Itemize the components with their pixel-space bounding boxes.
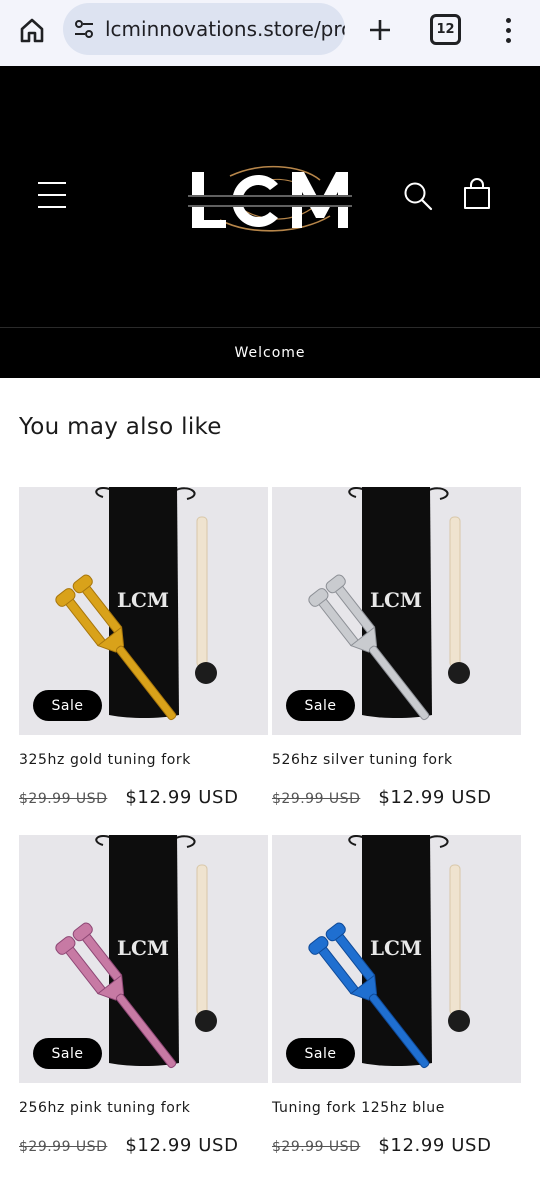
price-row: $29.99 USD $12.99 USD: [272, 787, 492, 808]
site-settings-icon[interactable]: [71, 16, 97, 42]
mallet-head: [195, 1010, 217, 1032]
mallet-handle: [449, 864, 461, 1016]
pouch-logo: LCM: [117, 936, 169, 960]
hamburger-menu-icon[interactable]: [36, 180, 68, 210]
compare-at-price: $29.99 USD: [19, 1139, 108, 1155]
sale-badge: Sale: [286, 1038, 355, 1069]
sale-price: $12.99 USD: [125, 787, 239, 808]
pouch-logo: LCM: [370, 936, 422, 960]
home-icon[interactable]: [14, 12, 50, 48]
pouch-logo: LCM: [117, 588, 169, 612]
store-logo[interactable]: [180, 158, 360, 238]
browser-toolbar: lcminnovations.store/pro 12: [0, 0, 540, 66]
price-row: $29.99 USD $12.99 USD: [19, 787, 239, 808]
sale-price: $12.99 USD: [378, 1135, 492, 1156]
tab-switcher-button[interactable]: 12: [430, 14, 461, 45]
browser-menu-icon[interactable]: [496, 12, 520, 48]
announcement-bar: Welcome: [0, 327, 540, 378]
mallet-handle: [449, 516, 461, 668]
announcement-text: Welcome: [234, 345, 306, 361]
mallet-handle: [196, 516, 208, 668]
tab-count: 12: [436, 22, 455, 37]
price-row: $29.99 USD $12.99 USD: [272, 1135, 492, 1156]
cart-icon[interactable]: [460, 176, 494, 212]
site-header: [0, 66, 540, 327]
product-title[interactable]: Tuning fork 125hz blue: [272, 1100, 445, 1116]
sale-badge: Sale: [33, 690, 102, 721]
new-tab-icon[interactable]: [364, 12, 396, 48]
sale-price: $12.99 USD: [378, 787, 492, 808]
related-products-heading: You may also like: [19, 414, 222, 440]
price-row: $29.99 USD $12.99 USD: [19, 1135, 239, 1156]
compare-at-price: $29.99 USD: [19, 791, 108, 807]
product-card[interactable]: LCM Sale 256hz pink tuning fork $29.99 U…: [19, 835, 268, 1156]
pouch-logo: LCM: [370, 588, 422, 612]
mallet-head: [195, 662, 217, 684]
product-title[interactable]: 325hz gold tuning fork: [19, 752, 191, 768]
product-title[interactable]: 256hz pink tuning fork: [19, 1100, 191, 1116]
mallet-head: [448, 662, 470, 684]
url-text: lcminnovations.store/pro: [105, 17, 345, 41]
product-card[interactable]: LCM Sale 325hz gold tuning fork $29.99 U…: [19, 487, 268, 808]
sale-badge: Sale: [33, 1038, 102, 1069]
mallet-handle: [196, 864, 208, 1016]
compare-at-price: $29.99 USD: [272, 1139, 361, 1155]
product-card[interactable]: LCM Sale 526hz silver tuning fork $29.99…: [272, 487, 521, 808]
sale-price: $12.99 USD: [125, 1135, 239, 1156]
address-bar[interactable]: lcminnovations.store/pro: [63, 3, 345, 55]
search-icon[interactable]: [400, 178, 436, 214]
product-card[interactable]: LCM Sale Tuning fork 125hz blue $29.99 U…: [272, 835, 521, 1156]
mallet-head: [448, 1010, 470, 1032]
sale-badge: Sale: [286, 690, 355, 721]
product-title[interactable]: 526hz silver tuning fork: [272, 752, 453, 768]
compare-at-price: $29.99 USD: [272, 791, 361, 807]
